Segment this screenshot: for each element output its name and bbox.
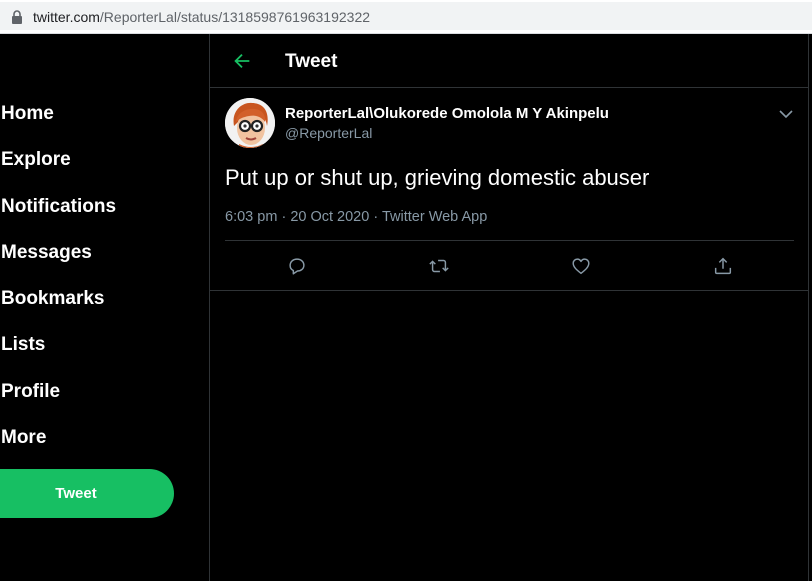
tweet-detail: ReporterLal\Olukorede Omolola M Y Akinpe…	[210, 89, 808, 291]
lock-icon	[12, 10, 22, 24]
tweet-button[interactable]: Tweet	[0, 469, 174, 518]
sidebar-item-home[interactable]: Home	[1, 103, 54, 125]
author-display-name[interactable]: ReporterLal\Olukorede Omolola M Y Akinpe…	[285, 105, 609, 122]
url-path: /ReporterLal/status/1318598761963192322	[99, 9, 371, 25]
url-host: twitter.com	[33, 9, 100, 25]
reply-icon	[289, 258, 305, 275]
retweet-button[interactable]	[428, 255, 450, 277]
tweet-text: Put up or shut up, grieving domestic abu…	[225, 165, 650, 190]
chevron-down-icon[interactable]	[778, 106, 794, 122]
page-title: Tweet	[285, 51, 338, 72]
share-button[interactable]	[712, 255, 734, 277]
author-handle[interactable]: @ReporterLal	[285, 125, 372, 141]
arrow-left-icon[interactable]	[231, 50, 253, 72]
sidebar-item-lists[interactable]: Lists	[1, 334, 45, 356]
tweet-metadata: 6:03 pm · 20 Oct 2020 · Twitter Web App	[225, 209, 487, 225]
reply-button[interactable]	[286, 255, 308, 277]
sidebar-item-profile[interactable]: Profile	[1, 381, 60, 403]
avatar-image	[225, 98, 275, 148]
sidebar-item-messages[interactable]: Messages	[1, 242, 92, 264]
url-field[interactable]: twitter.com/ReporterLal/status/131859876…	[0, 2, 812, 30]
tweet-time[interactable]: 6:03 pm	[225, 209, 277, 225]
main-column: Tweet ReporterLal\Olukorede Omolola M Y …	[209, 34, 809, 581]
url-text[interactable]: twitter.com/ReporterLal/status/131859876…	[33, 9, 370, 25]
meta-separator: ·	[281, 209, 287, 225]
heart-icon	[572, 258, 590, 275]
share-icon	[714, 257, 732, 275]
browser-address-bar: twitter.com/ReporterLal/status/131859876…	[0, 0, 812, 34]
page-header: Tweet	[210, 34, 808, 88]
sidebar-item-notifications[interactable]: Notifications	[1, 196, 116, 218]
sidebar-item-more[interactable]: More	[1, 427, 46, 449]
sidebar-item-explore[interactable]: Explore	[1, 149, 71, 171]
like-button[interactable]	[570, 255, 592, 277]
sidebar-item-bookmarks[interactable]: Bookmarks	[1, 288, 105, 310]
sidebar-nav: Home Explore Notifications Messages Book…	[0, 34, 209, 581]
tweet-source[interactable]: Twitter Web App	[382, 209, 487, 225]
tweet-actions	[210, 241, 808, 291]
avatar[interactable]	[225, 98, 275, 148]
tweet-date[interactable]: 20 Oct 2020	[290, 209, 369, 225]
meta-separator: ·	[373, 209, 379, 225]
retweet-icon	[429, 259, 449, 273]
